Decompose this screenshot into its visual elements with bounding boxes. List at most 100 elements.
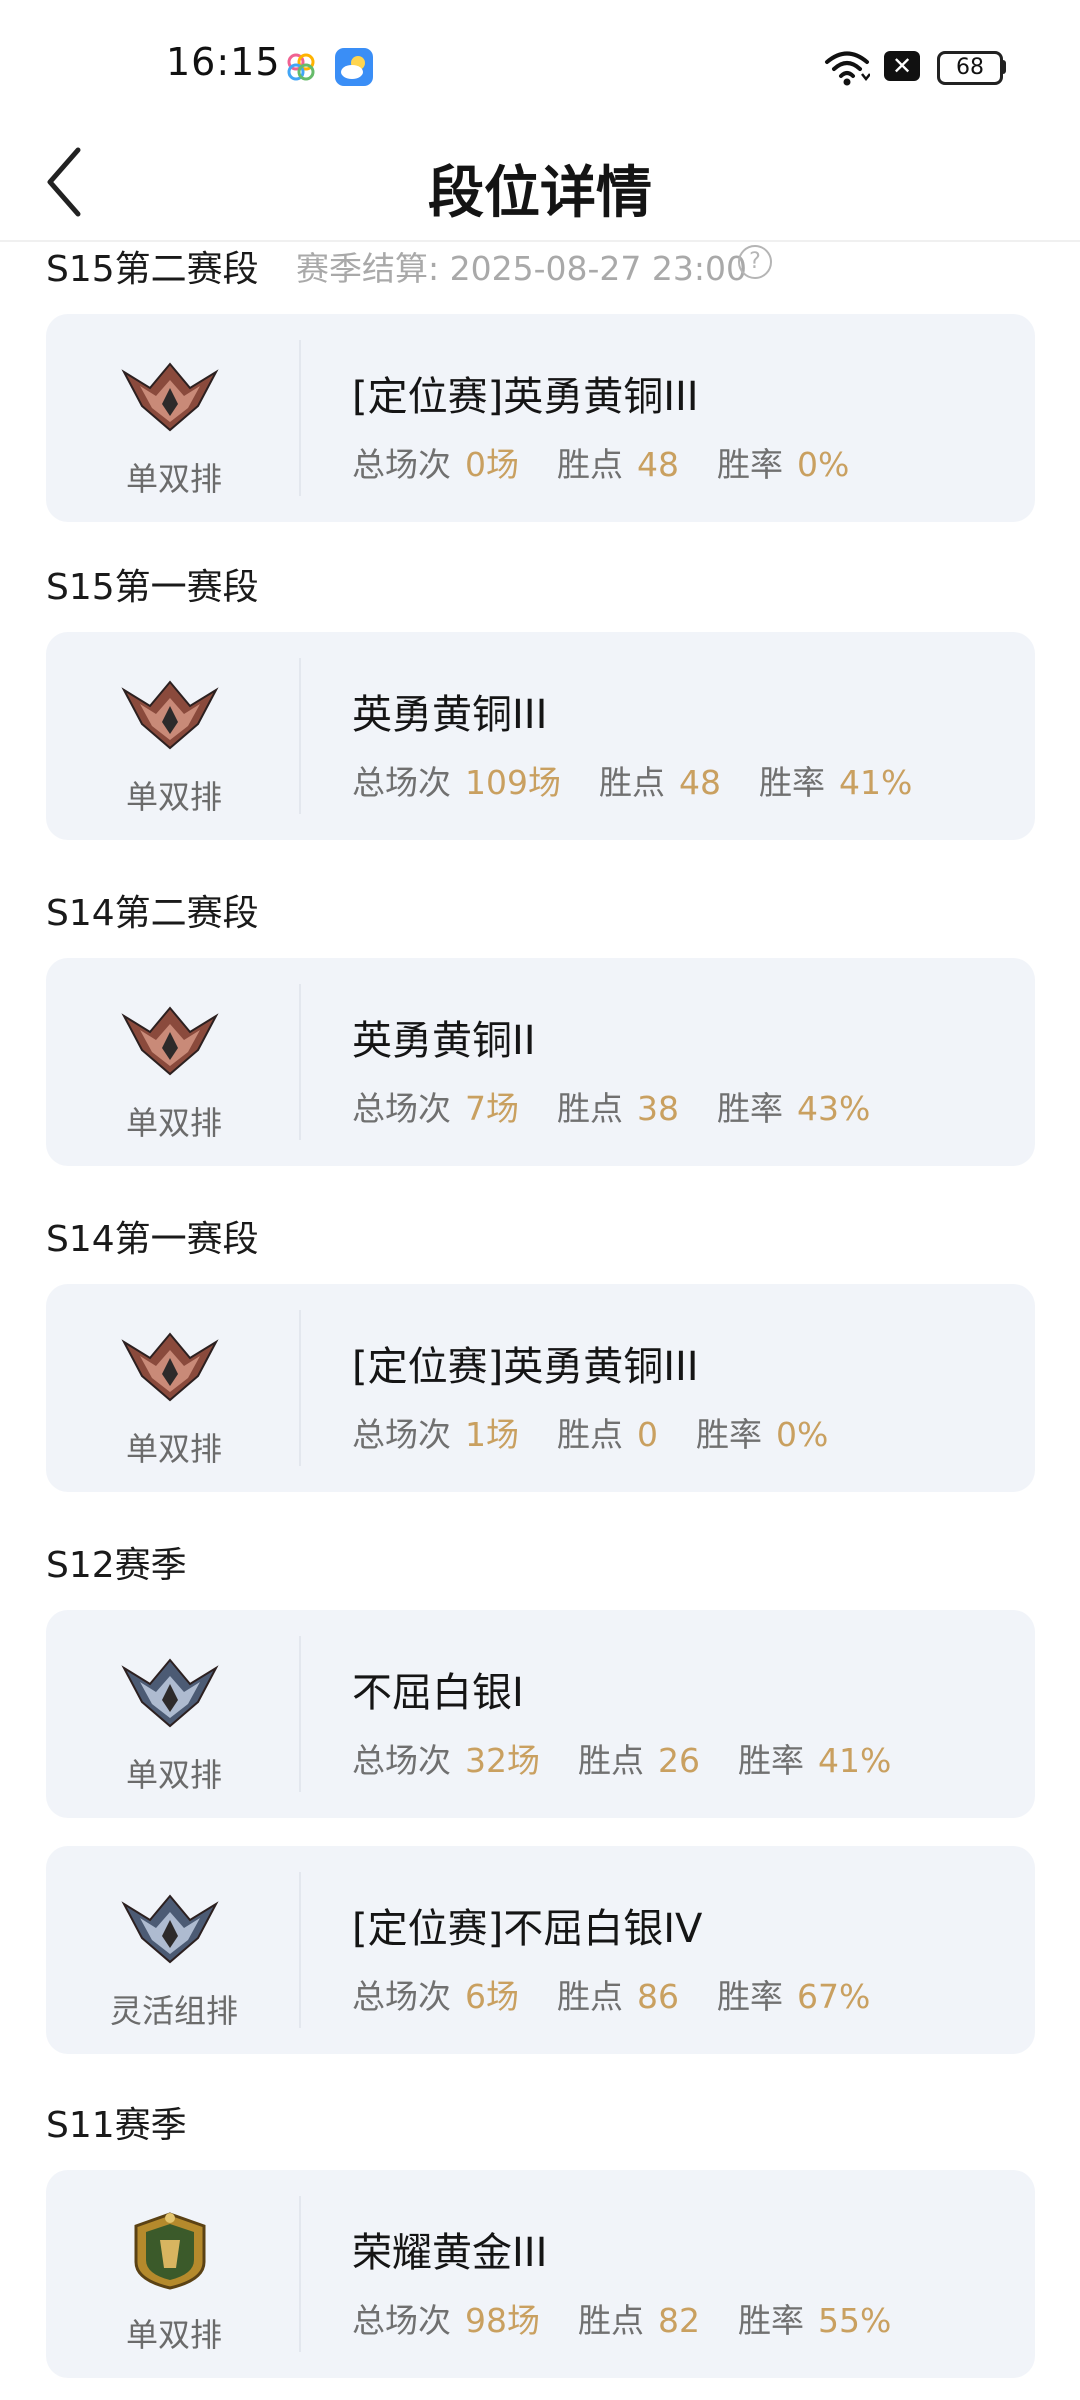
queue-type-label: 单双排 <box>125 1756 222 1794</box>
win-rate-label: 胜率 <box>738 2301 804 2340</box>
rank-card[interactable]: 单双排 [定位赛]英勇黄铜III 总场次 0场 胜点 48 胜率 0% <box>46 314 1035 522</box>
win-rate-label: 胜率 <box>717 445 783 484</box>
rank-name: [定位赛]不屈白银IV <box>352 1906 703 1952</box>
league-points-value: 0 <box>637 1415 658 1454</box>
rank-name: [定位赛]英勇黄铜III <box>352 1344 699 1390</box>
queue-type-label: 单双排 <box>125 460 222 498</box>
season-title: S12赛季 <box>46 1545 187 1586</box>
gold-rank-emblem-icon <box>134 2212 206 2290</box>
rank-stats: 总场次 6场 胜点 86 胜率 67% <box>352 1970 870 2018</box>
queue-type-label: 灵活组排 <box>109 1992 238 2030</box>
bronze-rank-emblem-icon <box>121 680 219 750</box>
card-divider <box>299 1636 301 1792</box>
league-points-label: 胜点 <box>599 763 665 802</box>
league-points-value: 38 <box>637 1089 679 1128</box>
win-rate-value: 55% <box>818 2301 892 2340</box>
league-points-value: 86 <box>637 1977 679 2016</box>
league-points-label: 胜点 <box>578 2301 644 2340</box>
nav-header: 段位详情 <box>0 130 1080 240</box>
battery-tip <box>1002 60 1006 74</box>
win-rate-value: 0% <box>776 1415 829 1454</box>
silver-rank-emblem-icon <box>121 1894 219 1964</box>
win-rate-value: 0% <box>797 445 850 484</box>
league-points-value: 48 <box>679 763 721 802</box>
battery-indicator: 68 <box>937 51 1003 85</box>
rank-name: 英勇黄铜III <box>352 692 548 738</box>
total-games-label: 总场次 <box>352 445 451 484</box>
rank-card[interactable]: 单双排 英勇黄铜II 总场次 7场 胜点 38 胜率 43% <box>46 958 1035 1166</box>
total-games-label: 总场次 <box>352 763 451 802</box>
total-games-value: 0场 <box>465 445 519 484</box>
total-games-value: 98场 <box>465 2301 540 2340</box>
total-games-value: 1场 <box>465 1415 519 1454</box>
rank-stats: 总场次 0场 胜点 48 胜率 0% <box>352 438 849 486</box>
rank-stats: 总场次 98场 胜点 82 胜率 55% <box>352 2294 891 2342</box>
notification-x-icon: ✕ <box>884 51 920 81</box>
card-divider <box>299 1872 301 2028</box>
total-games-value: 6场 <box>465 1977 519 2016</box>
league-points-label: 胜点 <box>557 1415 623 1454</box>
rank-name: [定位赛]英勇黄铜III <box>352 374 699 420</box>
league-points-value: 26 <box>658 1741 700 1780</box>
total-games-label: 总场次 <box>352 2301 451 2340</box>
weather-app-icon <box>335 48 373 86</box>
win-rate-label: 胜率 <box>717 1089 783 1128</box>
queue-type-label: 单双排 <box>125 1104 222 1142</box>
rank-stats: 总场次 109场 胜点 48 胜率 41% <box>352 756 912 804</box>
win-rate-label: 胜率 <box>696 1415 762 1454</box>
season-title: S15第二赛段 <box>46 249 259 290</box>
total-games-label: 总场次 <box>352 1415 451 1454</box>
rank-card[interactable]: 单双排 英勇黄铜III 总场次 109场 胜点 48 胜率 41% <box>46 632 1035 840</box>
league-points-value: 48 <box>637 445 679 484</box>
rank-stats: 总场次 7场 胜点 38 胜率 43% <box>352 1082 870 1130</box>
league-points-label: 胜点 <box>557 1977 623 2016</box>
card-divider <box>299 340 301 496</box>
rank-card[interactable]: 单双排 荣耀黄金III 总场次 98场 胜点 82 胜率 55% <box>46 2170 1035 2378</box>
rank-stats: 总场次 32场 胜点 26 胜率 41% <box>352 1734 891 1782</box>
win-rate-value: 41% <box>818 1741 892 1780</box>
bronze-rank-emblem-icon <box>121 1006 219 1076</box>
wifi-icon <box>825 51 870 86</box>
rank-card[interactable]: 单双排 [定位赛]英勇黄铜III 总场次 1场 胜点 0 胜率 0% <box>46 1284 1035 1492</box>
bronze-rank-emblem-icon <box>121 1332 219 1402</box>
total-games-label: 总场次 <box>352 1977 451 2016</box>
total-games-value: 32场 <box>465 1741 540 1780</box>
total-games-value: 109场 <box>465 763 561 802</box>
queue-type-label: 单双排 <box>125 2316 222 2354</box>
win-rate-label: 胜率 <box>738 1741 804 1780</box>
season-settlement-time: 赛季结算: 2025-08-27 23:00 <box>296 249 747 288</box>
total-games-label: 总场次 <box>352 1741 451 1780</box>
season-title: S11赛季 <box>46 2105 187 2146</box>
status-bar: 16:15 ✕ 68 <box>0 0 1080 130</box>
clock: 16:15 <box>166 40 281 84</box>
season-title: S15第一赛段 <box>46 567 259 608</box>
win-rate-value: 67% <box>797 1977 871 2016</box>
league-points-label: 胜点 <box>578 1741 644 1780</box>
rank-card[interactable]: 单双排 不屈白银I 总场次 32场 胜点 26 胜率 41% <box>46 1610 1035 1818</box>
queue-type-label: 单双排 <box>125 778 222 816</box>
card-divider <box>299 1310 301 1466</box>
total-games-label: 总场次 <box>352 1089 451 1128</box>
rank-name: 荣耀黄金III <box>352 2230 548 2276</box>
card-divider <box>299 658 301 814</box>
win-rate-label: 胜率 <box>717 1977 783 2016</box>
rank-name: 不屈白银I <box>352 1670 524 1716</box>
card-divider <box>299 984 301 1140</box>
season-title: S14第二赛段 <box>46 893 259 934</box>
rank-card[interactable]: 灵活组排 [定位赛]不屈白银IV 总场次 6场 胜点 86 胜率 67% <box>46 1846 1035 2054</box>
win-rate-label: 胜率 <box>759 763 825 802</box>
photos-app-icon <box>287 53 315 81</box>
league-points-label: 胜点 <box>557 1089 623 1128</box>
win-rate-value: 41% <box>839 763 913 802</box>
win-rate-value: 43% <box>797 1089 871 1128</box>
queue-type-label: 单双排 <box>125 1430 222 1468</box>
page-title: 段位详情 <box>428 161 652 226</box>
rank-name: 英勇黄铜II <box>352 1018 536 1064</box>
total-games-value: 7场 <box>465 1089 519 1128</box>
silver-rank-emblem-icon <box>121 1658 219 1728</box>
rank-stats: 总场次 1场 胜点 0 胜率 0% <box>352 1408 828 1456</box>
league-points-value: 82 <box>658 2301 700 2340</box>
season-title: S14第一赛段 <box>46 1219 259 1260</box>
help-icon[interactable]: ? <box>738 245 772 279</box>
league-points-label: 胜点 <box>557 445 623 484</box>
